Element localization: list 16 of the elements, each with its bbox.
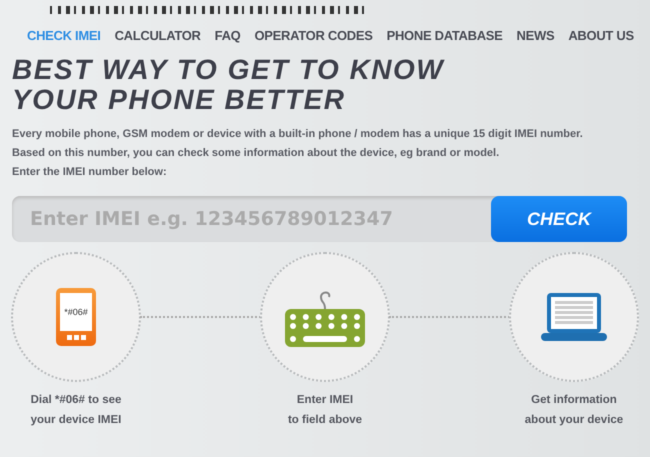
nav-link[interactable]: CALCULATOR	[114, 28, 201, 43]
intro-text: Based on this number, you can check some information about the device, eg brand or model.	[12, 146, 500, 161]
intro-text: Every mobile phone, GSM modem or device with a built-in phone / modem has a unique 15 digit IMEI number.	[12, 127, 584, 142]
check-button[interactable]: CHECK	[491, 196, 627, 242]
phone-screen-text: *#06#	[60, 293, 92, 331]
nav-link[interactable]: OPERATOR CODES	[254, 28, 373, 43]
step-caption: Get information about your device	[524, 393, 624, 428]
laptop-icon	[541, 293, 607, 341]
nav-link[interactable]: NEWS	[516, 28, 554, 43]
nav-link[interactable]: PHONE DATABASE	[386, 28, 503, 43]
nav-link[interactable]: FAQ	[214, 28, 240, 43]
nav-link[interactable]: ABOUT US	[568, 28, 634, 43]
intro-text: Enter the IMEI number below:	[12, 165, 168, 180]
step-caption: Dial *#06# to see your device IMEI	[30, 393, 122, 428]
step-caption: Enter IMEI to field above	[288, 393, 362, 428]
headline: BEST WAY TO GET TO KNOW YOUR PHONE BETTER	[12, 55, 446, 115]
